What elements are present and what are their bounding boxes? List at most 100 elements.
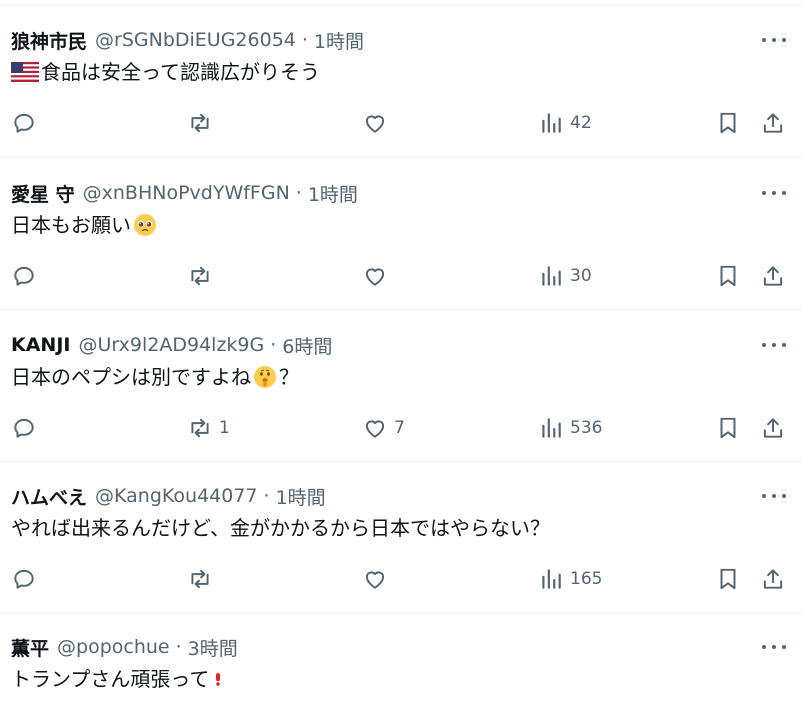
reply-button[interactable]	[11, 109, 43, 137]
more-dots-icon[interactable]	[762, 640, 786, 654]
repost-button[interactable]: 1	[187, 414, 230, 442]
share-button[interactable]	[760, 262, 786, 290]
author-handle[interactable]: @KangKou44077	[95, 485, 258, 507]
post-time[interactable]: 1時間	[314, 27, 364, 54]
views-count: 536	[570, 418, 603, 438]
reply-button[interactable]	[11, 565, 43, 593]
exclamation-mark-emoji	[216, 673, 221, 686]
repost-arrows-icon	[191, 418, 209, 438]
bookmark-icon	[720, 568, 736, 590]
views-button[interactable]: 30	[538, 262, 592, 290]
bookmark-icon	[720, 112, 736, 134]
share-button[interactable]	[760, 414, 786, 442]
post[interactable]: 薫平 @popochue · 3時間 トランプさん頑張って	[0, 634, 802, 709]
share-button[interactable]	[760, 109, 786, 137]
post-text: やれば出来るんだけど、金がかかるから日本ではやらない？	[11, 516, 550, 540]
repost-button[interactable]	[187, 262, 219, 290]
shushing-face-emoji	[254, 366, 276, 388]
more-dots-icon[interactable]	[762, 489, 786, 503]
share-upload-icon	[763, 113, 783, 133]
like-button[interactable]	[362, 109, 394, 137]
views-count: 42	[570, 113, 592, 133]
bar-chart-icon	[542, 266, 561, 286]
post[interactable]: 狼神市民 @rSGNbDiEUG26054 · 1時間 食品は安全って認識広がり…	[0, 27, 802, 157]
heart-icon	[365, 571, 385, 589]
post-text: 食品は安全って認識広がりそう	[41, 60, 320, 84]
views-count: 165	[570, 569, 603, 589]
us-flag-emoji	[11, 62, 39, 82]
post-divider	[0, 461, 802, 462]
author-name[interactable]: ハムべえ	[11, 483, 87, 510]
more-dots-icon[interactable]	[762, 338, 786, 352]
author-handle[interactable]: @rSGNbDiEUG26054	[95, 29, 296, 51]
meta-separator: ·	[270, 334, 277, 356]
bookmark-button[interactable]	[715, 109, 741, 137]
repost-arrows-icon	[191, 569, 209, 589]
repost-arrows-icon	[191, 266, 209, 286]
repost-button[interactable]	[187, 565, 219, 593]
views-button[interactable]: 536	[538, 414, 602, 442]
post-text-row: 日本のペプシは別ですよね ？	[11, 362, 299, 392]
repost-button[interactable]	[187, 109, 219, 137]
repost-arrows-icon	[191, 113, 209, 133]
meta-separator: ·	[175, 636, 182, 658]
author-name[interactable]: KANJI	[11, 334, 70, 356]
repost-count: 1	[219, 418, 230, 438]
author-handle[interactable]: @popochue	[57, 636, 170, 658]
bookmark-button[interactable]	[715, 262, 741, 290]
speech-bubble-icon	[14, 113, 34, 133]
post-text-suffix: ？	[279, 365, 299, 389]
post-header: 愛星 守 @xnBHNoPvdYWfFGN · 1時間	[11, 180, 358, 206]
post-time[interactable]: 6時間	[282, 332, 332, 359]
bar-chart-icon	[542, 569, 561, 589]
like-button[interactable]: 7	[362, 414, 405, 442]
bookmark-button[interactable]	[715, 565, 741, 593]
author-name[interactable]: 薫平	[11, 634, 49, 661]
post-header: KANJI @Urx9l2AD94lzk9G · 6時間	[11, 332, 332, 358]
bookmark-button[interactable]	[715, 414, 741, 442]
views-button[interactable]: 42	[538, 109, 592, 137]
more-dots-icon[interactable]	[762, 33, 786, 47]
post[interactable]: ハムべえ @KangKou44077 · 1時間 やれば出来るんだけど、金がかか…	[0, 483, 802, 613]
post[interactable]: 愛星 守 @xnBHNoPvdYWfFGN · 1時間 日本もお願い 30	[0, 180, 802, 310]
post-text: 日本のペプシは別ですよね	[11, 365, 251, 389]
speech-bubble-icon	[14, 418, 34, 438]
views-count: 30	[570, 266, 592, 286]
post-header: ハムべえ @KangKou44077 · 1時間	[11, 483, 326, 509]
author-name[interactable]: 狼神市民	[11, 27, 87, 54]
post-time[interactable]: 1時間	[308, 180, 358, 207]
author-handle[interactable]: @Urx9l2AD94lzk9G	[78, 334, 264, 356]
post-text-row: トランプさん頑張って	[11, 664, 227, 694]
post-text-row: 日本もお願い	[11, 210, 159, 240]
speech-bubble-icon	[14, 569, 34, 589]
author-name[interactable]: 愛星 守	[11, 180, 75, 207]
bar-chart-icon	[542, 113, 561, 133]
reply-button[interactable]	[11, 414, 43, 442]
heart-icon	[365, 268, 385, 286]
post[interactable]: KANJI @Urx9l2AD94lzk9G · 6時間 日本のペプシは別ですよ…	[0, 332, 802, 462]
like-button[interactable]	[362, 262, 394, 290]
share-button[interactable]	[760, 565, 786, 593]
post-divider	[0, 156, 802, 157]
reply-feed: 狼神市民 @rSGNbDiEUG26054 · 1時間 食品は安全って認識広がり…	[0, 0, 802, 709]
author-handle[interactable]: @xnBHNoPvdYWfFGN	[83, 182, 290, 204]
meta-separator: ·	[301, 29, 308, 51]
post-text: トランプさん頑張って	[11, 667, 210, 691]
post-divider	[0, 612, 802, 613]
post-text-row: やれば出来るんだけど、金がかかるから日本ではやらない？	[11, 513, 550, 543]
post-text-row: 食品は安全って認識広がりそう	[11, 57, 320, 87]
post-text: 日本もお願い	[11, 213, 131, 237]
views-button[interactable]: 165	[538, 565, 602, 593]
post-time[interactable]: 1時間	[276, 483, 326, 510]
heart-icon	[365, 420, 385, 438]
more-dots-icon[interactable]	[762, 186, 786, 200]
pleading-face-emoji	[134, 214, 156, 236]
like-button[interactable]	[362, 565, 394, 593]
post-time[interactable]: 3時間	[188, 634, 238, 661]
post-header: 薫平 @popochue · 3時間	[11, 634, 238, 660]
heart-icon	[365, 115, 385, 133]
bar-chart-icon	[542, 418, 561, 438]
post-divider	[0, 309, 802, 310]
speech-bubble-icon	[14, 266, 34, 286]
reply-button[interactable]	[11, 262, 43, 290]
